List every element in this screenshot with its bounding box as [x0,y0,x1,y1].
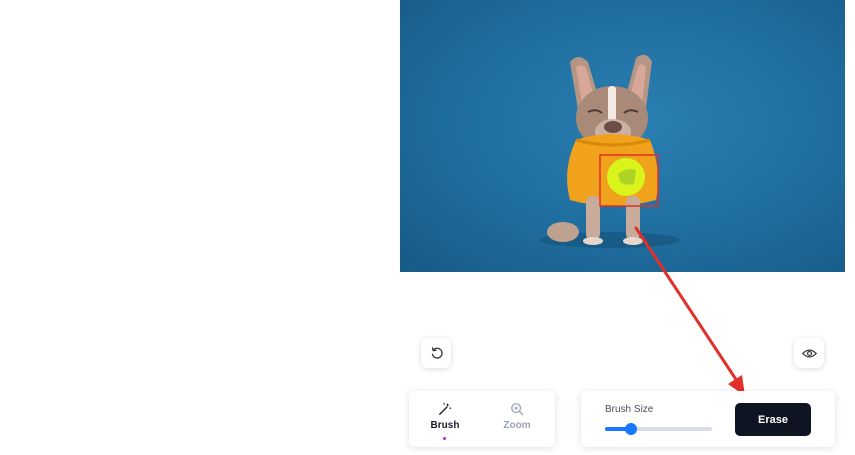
active-tool-indicator [443,437,446,440]
tool-selector: Brush Zoom [409,391,555,447]
rotate-ccw-icon [431,346,443,359]
dog-photo [540,54,680,248]
zoom-tool-label: Zoom [503,420,531,431]
brush-tool-label: Brush [430,420,460,431]
brush-size-slider[interactable] [605,423,712,435]
image-canvas[interactable] [400,0,845,272]
blank-left-panel [0,0,400,455]
magic-wand-icon [439,402,452,415]
undo-button[interactable] [421,338,451,368]
zoom-in-icon [511,403,524,416]
preview-button[interactable] [794,338,824,368]
brush-settings-panel: Brush Size Erase [581,391,835,447]
eye-icon [801,349,817,357]
zoom-tool[interactable]: Zoom [487,399,547,443]
brush-size-slider-thumb[interactable] [624,423,637,435]
erase-button[interactable]: Erase [735,403,811,436]
brush-size-label: Brush Size [605,404,654,415]
